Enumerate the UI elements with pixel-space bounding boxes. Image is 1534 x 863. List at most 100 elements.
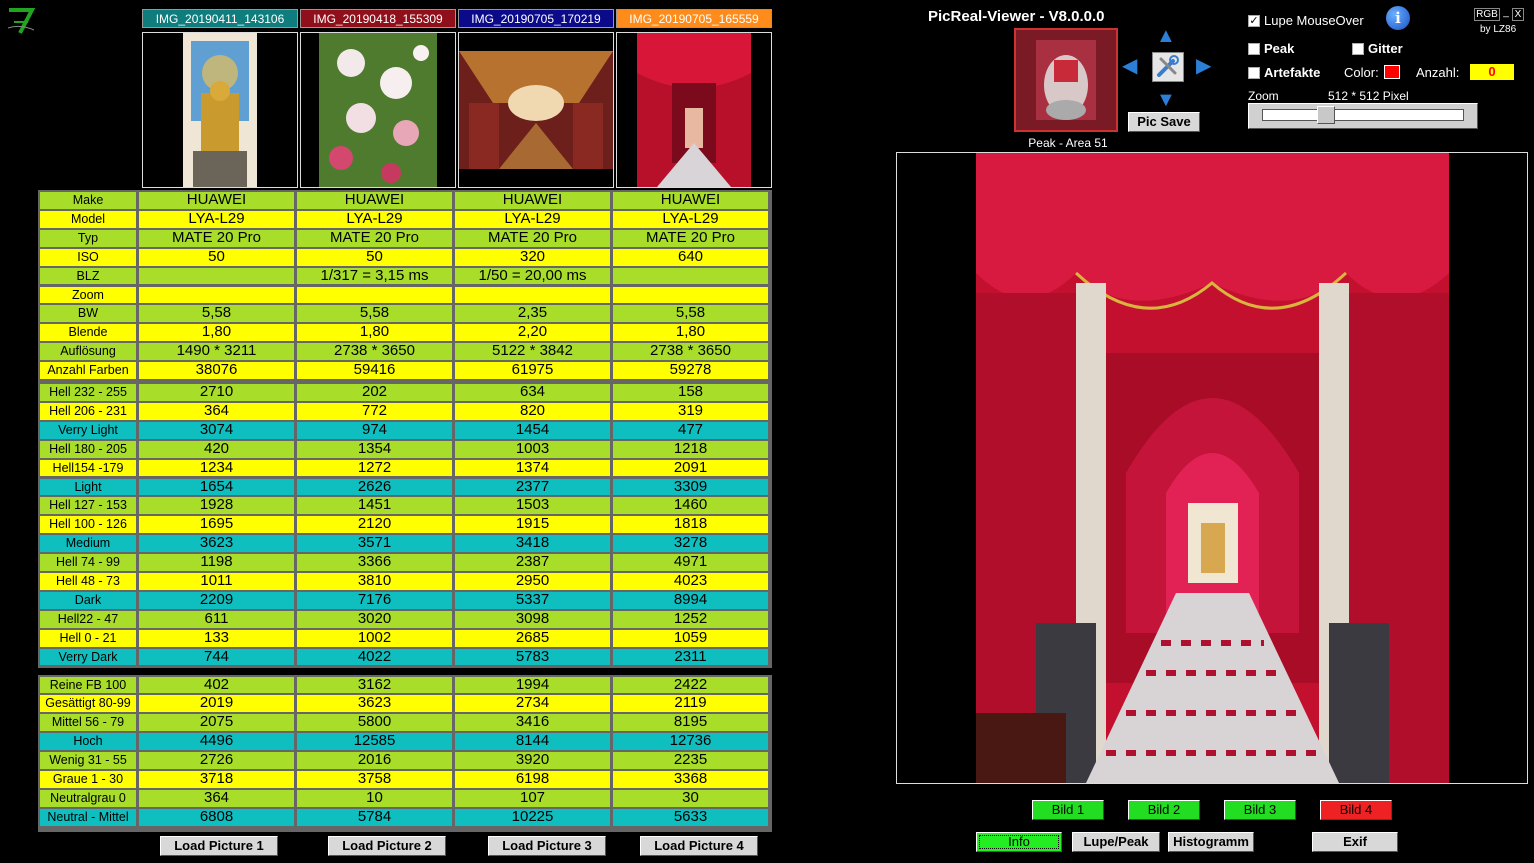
bild-3-button[interactable]: Bild 3 <box>1224 800 1296 820</box>
lupe-mouseover-option[interactable]: ✓ Lupe MouseOver <box>1248 13 1364 28</box>
table-cell: 158 <box>613 384 768 401</box>
minimize-button[interactable]: _ <box>1501 8 1511 21</box>
table-cell: 2377 <box>455 478 610 496</box>
table-row-label: Mittel 56 - 79 <box>40 714 136 732</box>
table-cell: 12736 <box>613 733 768 751</box>
app-title: PicReal-Viewer - V8.0.0.0 <box>928 8 1105 25</box>
table-cell: 1002 <box>297 629 452 647</box>
info-button[interactable]: Info <box>976 832 1062 852</box>
exif-button[interactable]: Exif <box>1312 832 1398 852</box>
arrow-left-icon[interactable]: ◀ <box>1122 56 1137 76</box>
artefakte-checkbox[interactable] <box>1248 66 1260 79</box>
table-cell: 8144 <box>455 733 610 751</box>
table-cell: 7176 <box>297 591 452 609</box>
table-row-label: Medium <box>40 535 136 553</box>
peak-checkbox[interactable] <box>1248 42 1260 55</box>
table-cell: 5,58 <box>613 305 768 323</box>
gitter-option[interactable]: Gitter <box>1352 41 1403 56</box>
table-cell: 2119 <box>613 695 768 713</box>
close-button[interactable]: X <box>1512 8 1524 21</box>
table-cell: 8994 <box>613 591 768 609</box>
table-row-label: BLZ <box>40 267 136 285</box>
table-row-label: Hell 0 - 21 <box>40 629 136 647</box>
color-swatch[interactable] <box>1384 65 1400 79</box>
exif-statistics-table: Make HUAWEI HUAWEI HUAWEI HUAWEI Model LYA-L29… <box>38 190 772 832</box>
table-cell: 2422 <box>613 676 768 694</box>
lupe-mouseover-label: Lupe MouseOver <box>1264 13 1364 28</box>
table-cell: 5337 <box>455 591 610 609</box>
table-cell: 10225 <box>455 808 610 826</box>
table-cell: 2075 <box>139 714 294 732</box>
zoom-slider-thumb[interactable] <box>1317 106 1336 124</box>
thumbnail-4[interactable] <box>616 32 772 188</box>
table-cell: 1490 * 3211 <box>139 343 294 361</box>
arrow-up-icon[interactable]: ▲ <box>1156 26 1176 46</box>
zoom-slider-groove[interactable] <box>1262 109 1464 121</box>
image-tab-1[interactable]: IMG_20190411_143106 <box>142 9 298 28</box>
table-cell: 3309 <box>613 478 768 496</box>
table-cell: 1915 <box>455 516 610 534</box>
thumbnail-1[interactable] <box>142 32 298 188</box>
table-cell: 3366 <box>297 554 452 571</box>
info-icon[interactable]: i <box>1386 6 1410 30</box>
table-cell: 2091 <box>613 459 768 477</box>
table-cell: 50 <box>139 248 294 266</box>
table-cell: LYA-L29 <box>455 210 610 228</box>
pic-save-button[interactable]: Pic Save <box>1128 112 1200 132</box>
load-picture-1-button[interactable]: Load Picture 1 <box>160 836 278 856</box>
image-tab-4[interactable]: IMG_20190705_165559 <box>616 9 772 28</box>
histogramm-button[interactable]: Histogramm <box>1168 832 1254 852</box>
peak-option[interactable]: Peak <box>1248 41 1294 56</box>
table-cell: 2311 <box>613 648 768 666</box>
table-cell: 364 <box>139 402 294 420</box>
zoom-label: Zoom <box>1248 89 1279 103</box>
table-cell: 4022 <box>297 648 452 666</box>
table-cell: 59416 <box>297 362 452 379</box>
table-row-label: Gesättigt 80-99 <box>40 695 136 713</box>
table-cell: 1,80 <box>139 324 294 342</box>
table-cell: 1354 <box>297 440 452 458</box>
artefakte-option[interactable]: Artefakte <box>1248 65 1320 80</box>
table-cell: 5784 <box>297 808 452 826</box>
table-row-label: Hell154 -179 <box>40 459 136 477</box>
table-row-label: Verry Light <box>40 421 136 439</box>
table-cell: 59278 <box>613 362 768 379</box>
table-cell: 1928 <box>139 497 294 515</box>
table-cell: LYA-L29 <box>297 210 452 228</box>
table-cell: 1994 <box>455 676 610 694</box>
table-row-label: Anzahl Farben <box>40 362 136 379</box>
bild-1-button[interactable]: Bild 1 <box>1032 800 1104 820</box>
table-cell: 50 <box>297 248 452 266</box>
thumbnail-2[interactable] <box>300 32 456 188</box>
table-cell: 3278 <box>613 535 768 553</box>
load-picture-4-button[interactable]: Load Picture 4 <box>640 836 758 856</box>
table-row-label: Dark <box>40 591 136 609</box>
table-row-label: Graue 1 - 30 <box>40 771 136 788</box>
table-cell: 3571 <box>297 535 452 553</box>
bild-2-button[interactable]: Bild 2 <box>1128 800 1200 820</box>
load-picture-2-button[interactable]: Load Picture 2 <box>328 836 446 856</box>
loupe-preview <box>1014 28 1118 132</box>
image-tab-3[interactable]: IMG_20190705_170219 <box>458 9 614 28</box>
image-tab-2[interactable]: IMG_20190418_155309 <box>300 9 456 28</box>
table-cell: 3718 <box>139 771 294 788</box>
table-cell <box>139 286 294 304</box>
load-picture-3-button[interactable]: Load Picture 3 <box>488 836 606 856</box>
tools-icon[interactable] <box>1152 52 1184 82</box>
loupe-caption: Peak - Area 51 <box>1028 136 1108 150</box>
rgb-button[interactable]: RGB <box>1474 8 1500 21</box>
table-cell: 820 <box>455 402 610 420</box>
arrow-right-icon[interactable]: ▶ <box>1196 56 1211 76</box>
table-cell: 1218 <box>613 440 768 458</box>
table-cell: 8195 <box>613 714 768 732</box>
table-cell: 2235 <box>613 752 768 769</box>
arrow-down-icon[interactable]: ▼ <box>1156 90 1176 110</box>
gitter-checkbox[interactable] <box>1352 42 1364 55</box>
thumbnail-3[interactable] <box>458 32 614 188</box>
viewer-image <box>976 153 1449 783</box>
table-cell <box>613 286 768 304</box>
lupe-peak-button[interactable]: Lupe/Peak <box>1072 832 1160 852</box>
lupe-mouseover-checkbox[interactable]: ✓ <box>1248 14 1260 27</box>
table-cell: 1,80 <box>613 324 768 342</box>
bild-4-button[interactable]: Bild 4 <box>1320 800 1392 820</box>
